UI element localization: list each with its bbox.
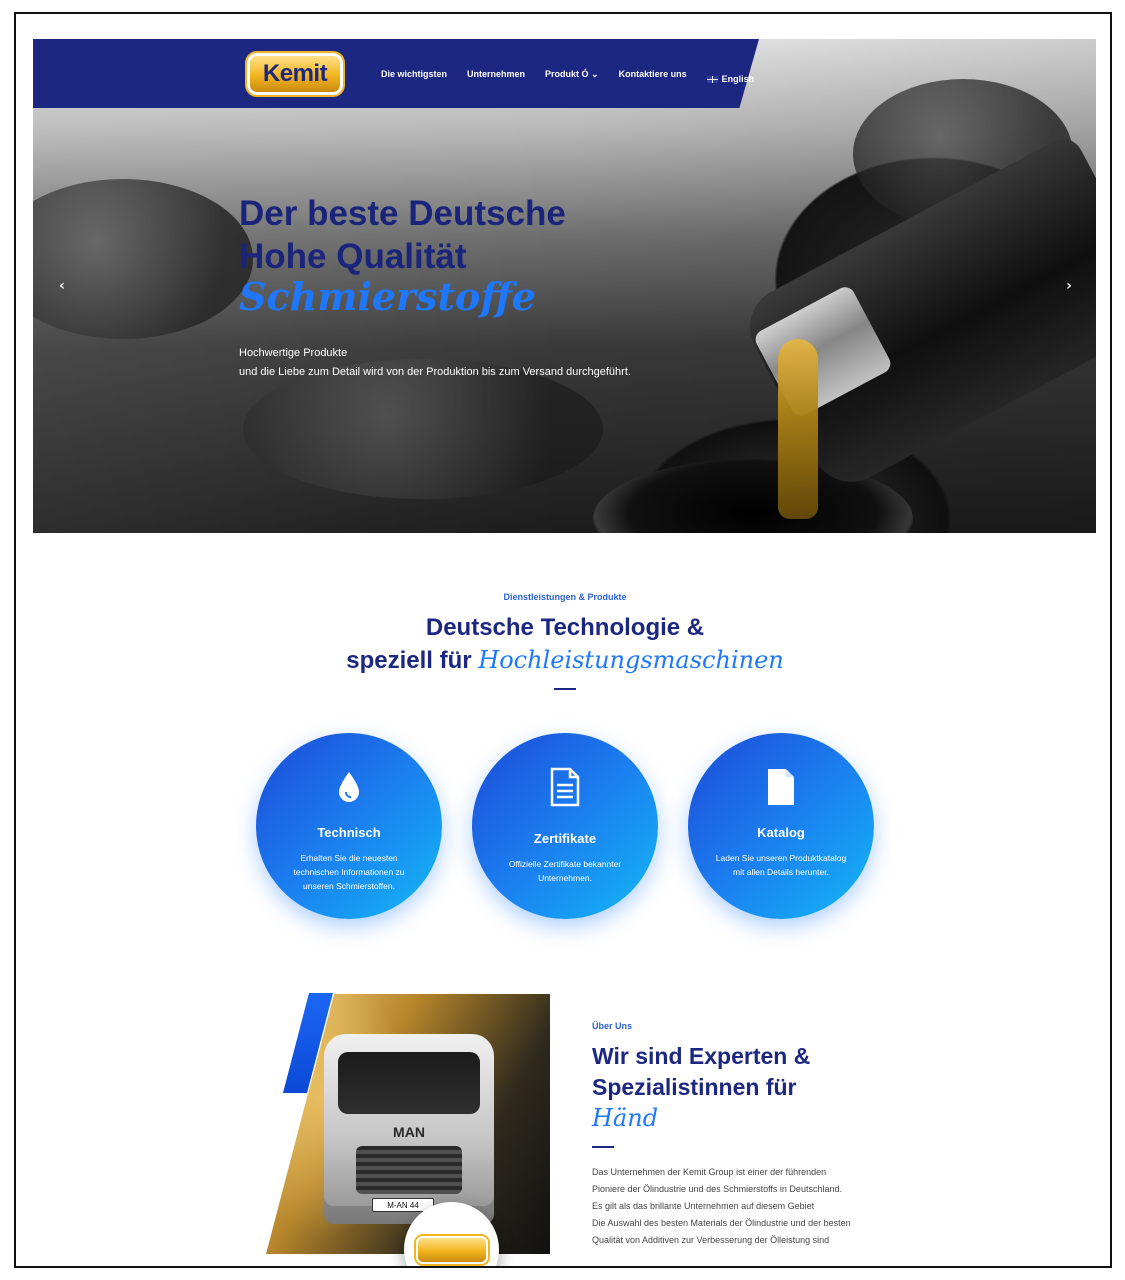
nav-item-produkt[interactable]: Produkt Ó ⌄ [545,69,599,89]
slider-prev-arrow-icon[interactable]: ‹ [52,276,72,296]
service-text: Laden Sie unseren Produktkatalog mit all… [715,853,847,877]
service-card-technisch[interactable]: Technisch Erhalten Sie die neuesten tech… [256,733,442,919]
services-title-line-2: speziell für Hochleistungsmaschinen [16,644,1110,677]
droplet-icon [256,766,442,808]
service-title: Technisch [317,825,381,840]
logo-text: Kemit [262,60,328,87]
services-divider [554,688,576,690]
truck-badge: MAN [393,1124,425,1140]
hero-headline-line-2: Hohe Qualität [239,237,467,276]
nav-item-die-wichtigsten[interactable]: Die wichtigsten [381,69,447,89]
about-title: Wir sind Experten & Spezialistinnen für [592,1043,811,1100]
about-paragraph-line: Die Auswahl des besten Materials der Öli… [592,1218,851,1228]
service-text: Erhalten Sie die neuesten technischen In… [293,853,405,891]
services-title-line-1: Deutsche Technologie & [425,614,705,641]
services-title: Deutsche Technologie & speziell für Hoch… [16,612,1110,677]
about-script-word: Händ [592,1104,659,1132]
truck-windshield [338,1052,480,1114]
service-card-zertifikate[interactable]: Zertifikate Offizielle Zertifikate bekan… [472,733,658,919]
language-label: English [721,74,755,84]
hero-headline-line-1: Der beste Deutsche [239,194,566,233]
main-navigation: Die wichtigsten Unternehmen Produkt Ó ⌄ … [381,69,774,89]
page-frame: Kemit Die wichtigsten Unternehmen Produk… [14,12,1112,1268]
about-kicker: Über Uns [592,1021,633,1031]
about-paragraph-line: Das Unternehmen der Kemit Group ist eine… [592,1167,827,1177]
service-text: Offizielle Zertifikate bekannter Unterne… [508,859,622,883]
kemit-logo-small [416,1236,488,1264]
nav-item-unternehmen[interactable]: Unternehmen [467,69,525,89]
hero-script-word: Schmierstoffe [239,274,536,319]
about-paragraph-line: Es gilt als das brillante Unternehmen au… [592,1201,815,1211]
services-kicker: Dienstleistungen & Produkte [503,592,627,602]
hero-subtitle: Hochwertige Produkte und die Liebe zum D… [239,344,759,382]
slider-next-arrow-icon[interactable]: › [1059,276,1079,296]
truck-grille [356,1146,462,1194]
document-icon [472,766,658,808]
uk-flag-icon [706,75,718,83]
hero-subtitle-line-1: Hochwertige Produkte [239,347,348,359]
services-title-script: Hochleistungsmaschinen [478,646,784,674]
service-title: Zertifikate [533,831,597,846]
hero-subtitle-line-2: und die Liebe zum Detail wird von der Pr… [239,366,631,378]
truck-illustration: MAN M-AN 44 [324,1034,494,1224]
service-card-katalog[interactable]: Katalog Laden Sie unseren Produktkatalog… [688,733,874,919]
file-icon [688,766,874,808]
service-title: Katalog [757,825,805,840]
about-paragraph-line: Pioniere der Ölindustrie und des Schmier… [592,1184,842,1194]
hero-overlay [33,39,1096,533]
about-paragraph: Das Unternehmen der Kemit Group ist eine… [592,1164,912,1249]
about-paragraph-line: Qualität von Additiven zur Verbesserung … [592,1235,830,1245]
nav-item-kontaktiere-uns[interactable]: Kontaktiere uns [619,69,687,89]
services-title-plain: speziell für [346,647,479,674]
kemit-logo[interactable]: Kemit [247,53,343,95]
hero-slider [33,39,1096,533]
nav-item-language[interactable]: English [706,69,755,89]
about-divider [592,1146,614,1148]
hero-headline: Der beste Deutsche Hohe Qualität [239,192,839,278]
